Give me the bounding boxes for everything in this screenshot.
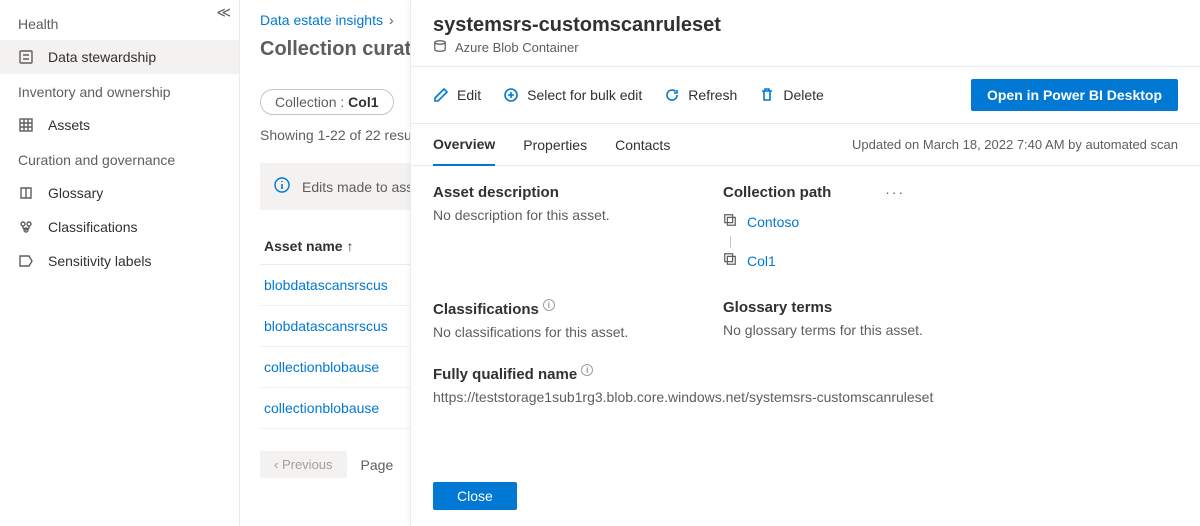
collection-icon	[723, 213, 737, 230]
edit-button[interactable]: Edit	[433, 87, 481, 103]
asset-detail-panel: systemsrs-customscanruleset Azure Blob C…	[410, 0, 1200, 526]
pencil-icon	[433, 87, 449, 103]
overview-body: Asset description No description for thi…	[411, 166, 1200, 472]
sort-asc-icon: ↑	[346, 238, 353, 254]
stewardship-icon	[18, 49, 34, 65]
nav-section-curation: Curation and governance	[0, 142, 239, 176]
info-icon[interactable]: i	[581, 364, 593, 376]
pill-prefix: Collection :	[275, 94, 348, 110]
tab-contacts[interactable]: Contacts	[615, 125, 670, 165]
glossary-heading: Glossary terms	[723, 299, 1178, 316]
left-nav: ≪ Health Data stewardship Inventory and …	[0, 0, 240, 526]
breadcrumb-root[interactable]: Data estate insights	[260, 12, 383, 28]
plus-circle-icon	[503, 87, 519, 103]
fqn-block: Fully qualified namei https://teststorag…	[433, 364, 1178, 405]
classifications-heading: Classificationsi	[433, 299, 693, 318]
classifications-block: Classificationsi No classifications for …	[433, 299, 693, 340]
updated-timestamp: Updated on March 18, 2022 7:40 AM by aut…	[852, 125, 1178, 164]
panel-footer: Close	[411, 472, 1200, 526]
asset-type: Azure Blob Container	[455, 40, 579, 55]
sidebar-item-glossary[interactable]: Glossary	[0, 176, 239, 210]
sidebar-item-sensitivity[interactable]: Sensitivity labels	[0, 244, 239, 278]
path-connector	[730, 236, 1178, 248]
sidebar-item-label: Assets	[48, 117, 90, 133]
collection-link-child[interactable]: Col1	[747, 253, 776, 269]
asset-description-block: Asset description No description for thi…	[433, 184, 693, 275]
sidebar-item-assets[interactable]: Assets	[0, 108, 239, 142]
tab-overview[interactable]: Overview	[433, 124, 495, 166]
sidebar-item-classifications[interactable]: Classifications	[0, 210, 239, 244]
nav-collapse-icon[interactable]: ≪	[216, 4, 231, 21]
glossary-block: Glossary terms No glossary terms for thi…	[723, 299, 1178, 340]
chevron-right-icon: ›	[383, 12, 400, 28]
tabs: Overview Properties Contacts Updated on …	[411, 124, 1200, 166]
fqn-value: https://teststorage1sub1rg3.blob.core.wi…	[433, 389, 1178, 405]
info-icon[interactable]: i	[543, 299, 555, 311]
glossary-value: No glossary terms for this asset.	[723, 322, 1178, 338]
previous-button[interactable]: ‹ Previous	[260, 451, 347, 478]
panel-title: systemsrs-customscanruleset	[433, 14, 1178, 37]
grid-icon	[18, 117, 34, 133]
collection-path-block: Collection path ··· Contoso Col1	[723, 184, 1178, 275]
panel-toolbar: Edit Select for bulk edit Refresh Delete…	[411, 66, 1200, 124]
book-icon	[18, 185, 34, 201]
close-button[interactable]: Close	[433, 482, 517, 510]
fqn-heading: Fully qualified namei	[433, 364, 1178, 383]
open-powerbi-button[interactable]: Open in Power BI Desktop	[971, 79, 1178, 111]
sidebar-item-data-stewardship[interactable]: Data stewardship	[0, 40, 239, 74]
bulk-edit-button[interactable]: Select for bulk edit	[503, 87, 642, 103]
collection-link-root[interactable]: Contoso	[747, 214, 799, 230]
filter-pill-collection[interactable]: Collection : Col1	[260, 89, 394, 115]
sidebar-item-label: Data stewardship	[48, 49, 156, 65]
sidebar-item-label: Classifications	[48, 219, 137, 235]
sidebar-item-label: Sensitivity labels	[48, 253, 152, 269]
sidebar-item-label: Glossary	[48, 185, 103, 201]
trash-icon	[759, 87, 775, 103]
tab-properties[interactable]: Properties	[523, 125, 587, 165]
more-icon[interactable]: ···	[885, 184, 905, 200]
nav-section-health: Health	[0, 6, 239, 40]
page-label: Page	[361, 457, 394, 473]
info-icon	[274, 177, 290, 196]
storage-icon	[433, 39, 447, 56]
classifications-value: No classifications for this asset.	[433, 324, 693, 340]
delete-button[interactable]: Delete	[759, 87, 823, 103]
banner-text: Edits made to ass	[302, 179, 413, 195]
asset-description-value: No description for this asset.	[433, 207, 693, 223]
collection-path-heading: Collection path	[723, 184, 831, 201]
nav-section-inventory: Inventory and ownership	[0, 74, 239, 108]
class-icon	[18, 219, 34, 235]
asset-description-heading: Asset description	[433, 184, 693, 201]
updated-by-link[interactable]: automated scan	[1085, 137, 1178, 152]
pill-value: Col1	[348, 94, 378, 110]
label-icon	[18, 253, 34, 269]
refresh-icon	[664, 87, 680, 103]
collection-icon	[723, 252, 737, 269]
refresh-button[interactable]: Refresh	[664, 87, 737, 103]
